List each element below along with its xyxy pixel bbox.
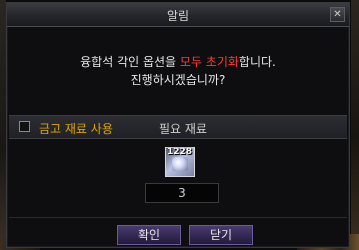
message-suffix: 합니다. (238, 55, 276, 69)
item-stack-count: 1228 (167, 147, 193, 157)
fusion-stone-icon (172, 157, 188, 171)
use-storage-checkbox[interactable] (19, 121, 30, 132)
dialog-title: 알림 (166, 9, 190, 23)
confirm-button[interactable]: 확인 (117, 225, 181, 245)
dialog-titlebar[interactable]: 알림 ✕ (7, 3, 349, 27)
required-materials-label: 필요 재료 (159, 122, 207, 136)
material-section-bar: 금고 재료 사용 필요 재료 (9, 115, 347, 139)
close-button[interactable]: 닫기 (189, 225, 253, 245)
required-quantity: 3 (145, 183, 219, 203)
dialog-message: 융합석 각인 옵션을 모두 초기화합니다. 진행하시겠습니까? (7, 53, 349, 89)
message-line-1: 융합석 각인 옵션을 모두 초기화합니다. (7, 53, 349, 71)
notification-dialog: 알림 ✕ 융합석 각인 옵션을 모두 초기화합니다. 진행하시겠습니까? 금고 … (6, 2, 350, 248)
message-prefix: 융합석 각인 옵션을 (80, 55, 180, 69)
footer-divider (9, 217, 347, 218)
game-background-right (351, 0, 359, 250)
message-line-2: 진행하시겠습니까? (130, 73, 226, 87)
use-storage-label[interactable]: 금고 재료 사용 (39, 120, 113, 137)
message-highlight: 모두 초기화 (179, 55, 239, 69)
close-icon[interactable]: ✕ (330, 7, 345, 22)
material-item-slot[interactable]: 1228 (165, 147, 195, 177)
